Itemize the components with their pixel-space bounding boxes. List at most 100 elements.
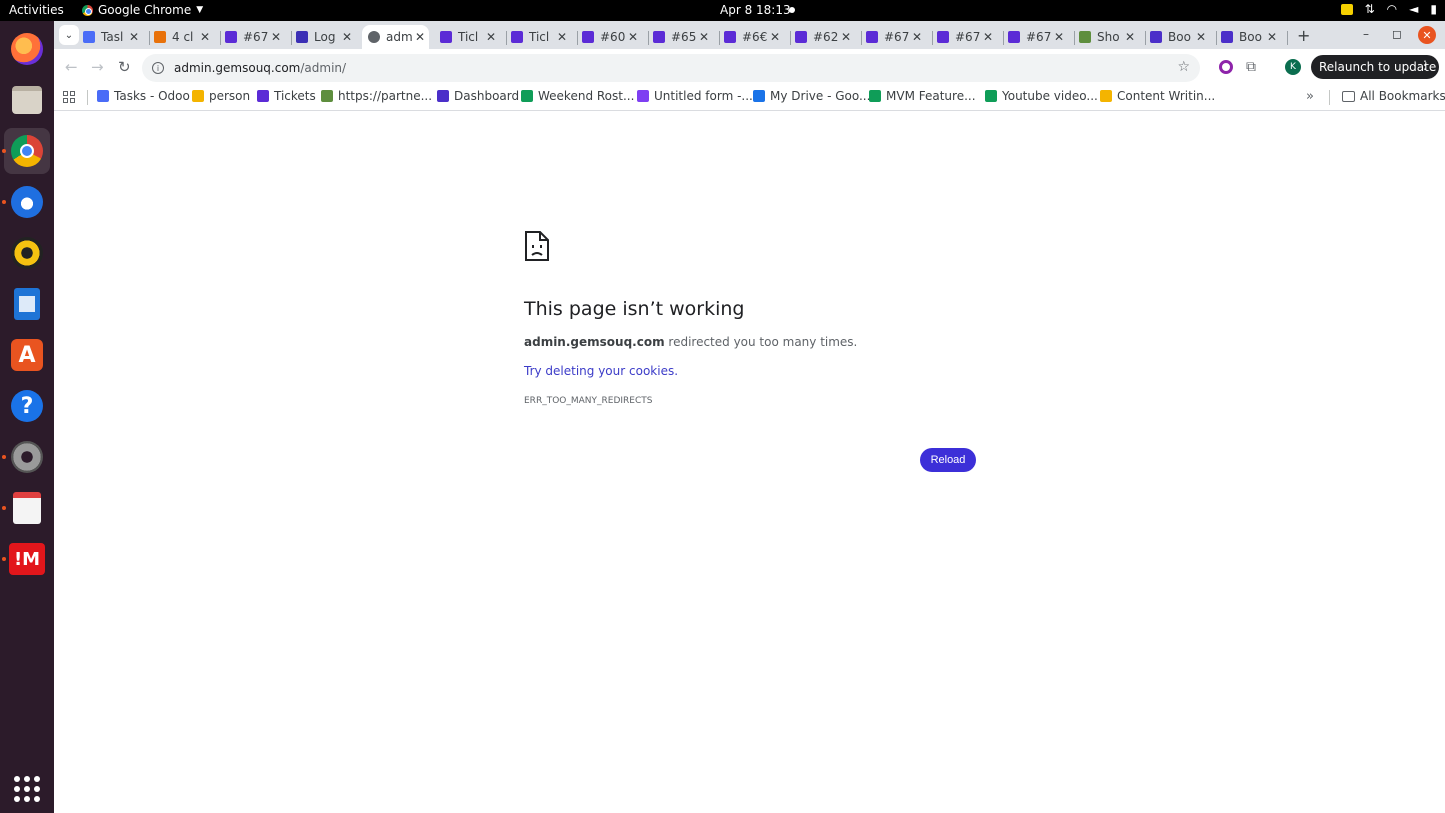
help-launcher[interactable]: ? [4,383,50,429]
bookmark-item[interactable]: MVM Feature... [869,89,976,103]
tab[interactable]: #62 ✕ [795,25,855,49]
files-launcher[interactable] [4,77,50,123]
tab-close-icon[interactable]: ✕ [1125,30,1135,44]
bookmark-star-icon[interactable]: ☆ [1177,59,1190,75]
tab-close-icon[interactable]: ✕ [841,30,851,44]
bookmark-item[interactable]: My Drive - Goo... [753,89,870,103]
tab-close-icon[interactable]: ✕ [628,30,638,44]
volume-icon[interactable]: ◄ [1409,2,1418,16]
profile-avatar[interactable]: K [1285,59,1301,75]
settings-launcher[interactable] [4,434,50,480]
tab-close-icon[interactable]: ✕ [486,30,496,44]
reload-button[interactable]: Reload [920,448,976,472]
chrome-launcher[interactable] [4,128,50,174]
tab-active[interactable]: adm ✕ [362,25,429,49]
tab[interactable]: 4 cl ✕ [154,25,214,49]
tab[interactable]: #6€ ✕ [724,25,784,49]
tab-separator [577,31,578,45]
wifi-icon[interactable]: ◠ [1387,2,1397,16]
tab[interactable]: Ticl ✕ [440,25,500,49]
tab-title: Tasl [101,30,124,44]
app-menu[interactable]: Google Chrome ▼ [82,3,203,17]
bookmark-item[interactable]: Tickets [257,89,316,103]
bookmark-item[interactable]: Weekend Rost... [521,89,634,103]
battery-icon[interactable]: ▮ [1430,2,1437,16]
tab[interactable]: Tasl ✕ [83,25,143,49]
new-tab-button[interactable]: + [1297,26,1310,45]
error-host: admin.gemsouq.com [524,335,665,349]
more-vert-icon: ⋮ [1419,58,1431,72]
delete-cookies-link[interactable]: Try deleting your cookies. [524,364,678,378]
bookmark-item[interactable]: person [192,89,250,103]
notes-indicator-icon[interactable] [1340,3,1353,15]
speaker-icon [11,237,43,269]
back-button[interactable]: ← [65,58,78,76]
tab[interactable]: Sho ✕ [1079,25,1139,49]
apps-grid-icon[interactable] [63,91,75,103]
relaunch-to-update-button[interactable]: Relaunch to update ⋮ [1311,55,1439,79]
more-bookmarks-chevron-icon[interactable]: » [1306,89,1314,104]
bookmark-item[interactable]: https://partne... [321,89,432,103]
tab-close-icon[interactable]: ✕ [200,30,210,44]
chevron-down-icon: ⌄ [64,29,74,41]
site-info-icon[interactable]: i [152,62,164,74]
tab-close-icon[interactable]: ✕ [699,30,709,44]
show-apps-button[interactable] [4,766,50,812]
url-path: /admin/ [300,61,347,75]
tab[interactable]: Ticl ✕ [511,25,571,49]
tab-close-icon[interactable]: ✕ [342,30,352,44]
tab[interactable]: #67 ✕ [866,25,926,49]
tab-close-icon[interactable]: ✕ [557,30,567,44]
all-bookmarks-button[interactable]: All Bookmarks [1342,89,1445,103]
tab[interactable]: #67 ✕ [225,25,285,49]
mailspring-launcher[interactable]: !M [4,536,50,582]
tab-favicon-icon [440,31,452,43]
rhythmbox-launcher[interactable] [4,230,50,276]
tab[interactable]: #65 ✕ [653,25,713,49]
tab-close-icon[interactable]: ✕ [1054,30,1064,44]
tab[interactable]: Boo ✕ [1221,25,1281,49]
clock[interactable]: Apr 8 18:13 [720,3,791,17]
tab-close-icon[interactable]: ✕ [770,30,780,44]
network-activity-icon[interactable]: ⇅ [1365,2,1375,16]
text-editor-launcher[interactable] [4,485,50,531]
tab[interactable]: #67 ✕ [937,25,997,49]
bookmark-item[interactable]: Youtube video... [985,89,1098,103]
writer-launcher[interactable] [4,281,50,327]
tab-close-icon[interactable]: ✕ [912,30,922,44]
extension-button[interactable] [1219,60,1233,74]
maximize-button[interactable]: ◻ [1392,27,1402,41]
tab[interactable]: Log ✕ [296,25,356,49]
tab-favicon-icon [1008,31,1020,43]
activities-button[interactable]: Activities [9,3,64,17]
system-tray[interactable]: ⇅ ◠ ◄ ▮ [1340,2,1437,16]
tab-separator [220,31,221,45]
thunderbird-launcher[interactable] [4,179,50,225]
bookmark-item[interactable]: Tasks - Odoo [97,89,190,103]
firefox-launcher[interactable] [4,26,50,72]
tab-close-icon[interactable]: ✕ [129,30,139,44]
minimize-button[interactable]: – [1363,27,1369,41]
tab-title: Sho [1097,30,1120,44]
tab[interactable]: #67 ✕ [1008,25,1068,49]
extensions-puzzle-icon[interactable]: ⧉ [1246,59,1256,75]
tab-close-icon[interactable]: ✕ [1196,30,1206,44]
bookmark-item[interactable]: Dashboard [437,89,519,103]
bookmark-item[interactable]: Untitled form -... [637,89,753,103]
bookmark-label: https://partne... [338,89,433,103]
tab-close-icon[interactable]: ✕ [271,30,281,44]
tab-search-button[interactable]: ⌄ [59,25,79,45]
address-bar[interactable]: i admin.gemsouq.com/admin/ ☆ [142,54,1200,82]
window-close-button[interactable]: ✕ [1418,26,1436,44]
help-icon: ? [11,390,43,422]
tab-close-icon[interactable]: ✕ [1267,30,1277,44]
tab[interactable]: Boo ✕ [1150,25,1210,49]
tab[interactable]: #60 ✕ [582,25,642,49]
bookmark-item[interactable]: Content Writin... [1100,89,1215,103]
tab-close-icon[interactable]: ✕ [983,30,993,44]
software-launcher[interactable]: A [4,332,50,378]
tab-close-icon[interactable]: ✕ [415,30,425,44]
forward-button[interactable]: → [91,58,104,76]
tab-favicon-icon [866,31,878,43]
reload-icon[interactable]: ↻ [118,58,131,76]
